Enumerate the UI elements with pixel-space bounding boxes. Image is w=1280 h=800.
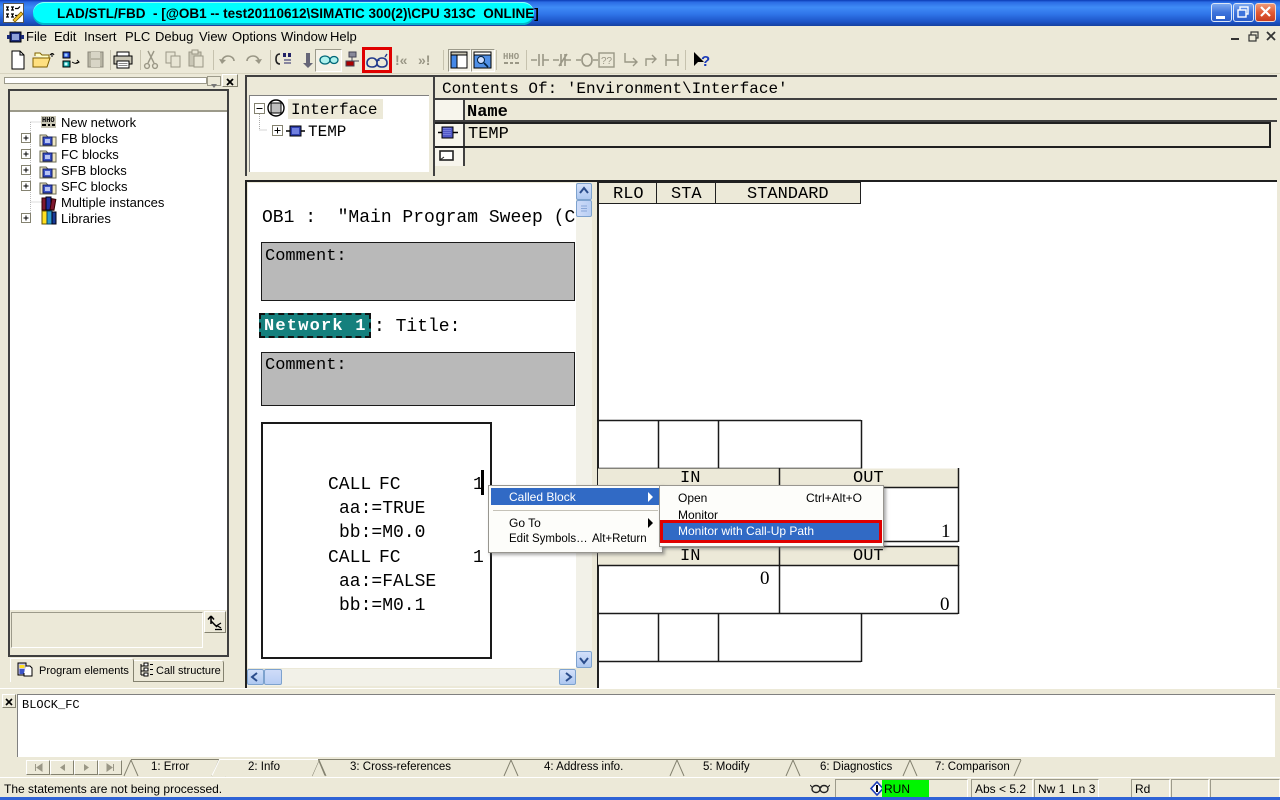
svg-text:?: ? <box>701 53 710 70</box>
svg-text:»!: »! <box>418 52 430 68</box>
svg-text:HHO: HHO <box>503 52 520 62</box>
svg-text:??: ?? <box>601 56 613 67</box>
svg-text:HHO: HHO <box>42 117 55 125</box>
svg-text:!«: !« <box>395 52 408 68</box>
